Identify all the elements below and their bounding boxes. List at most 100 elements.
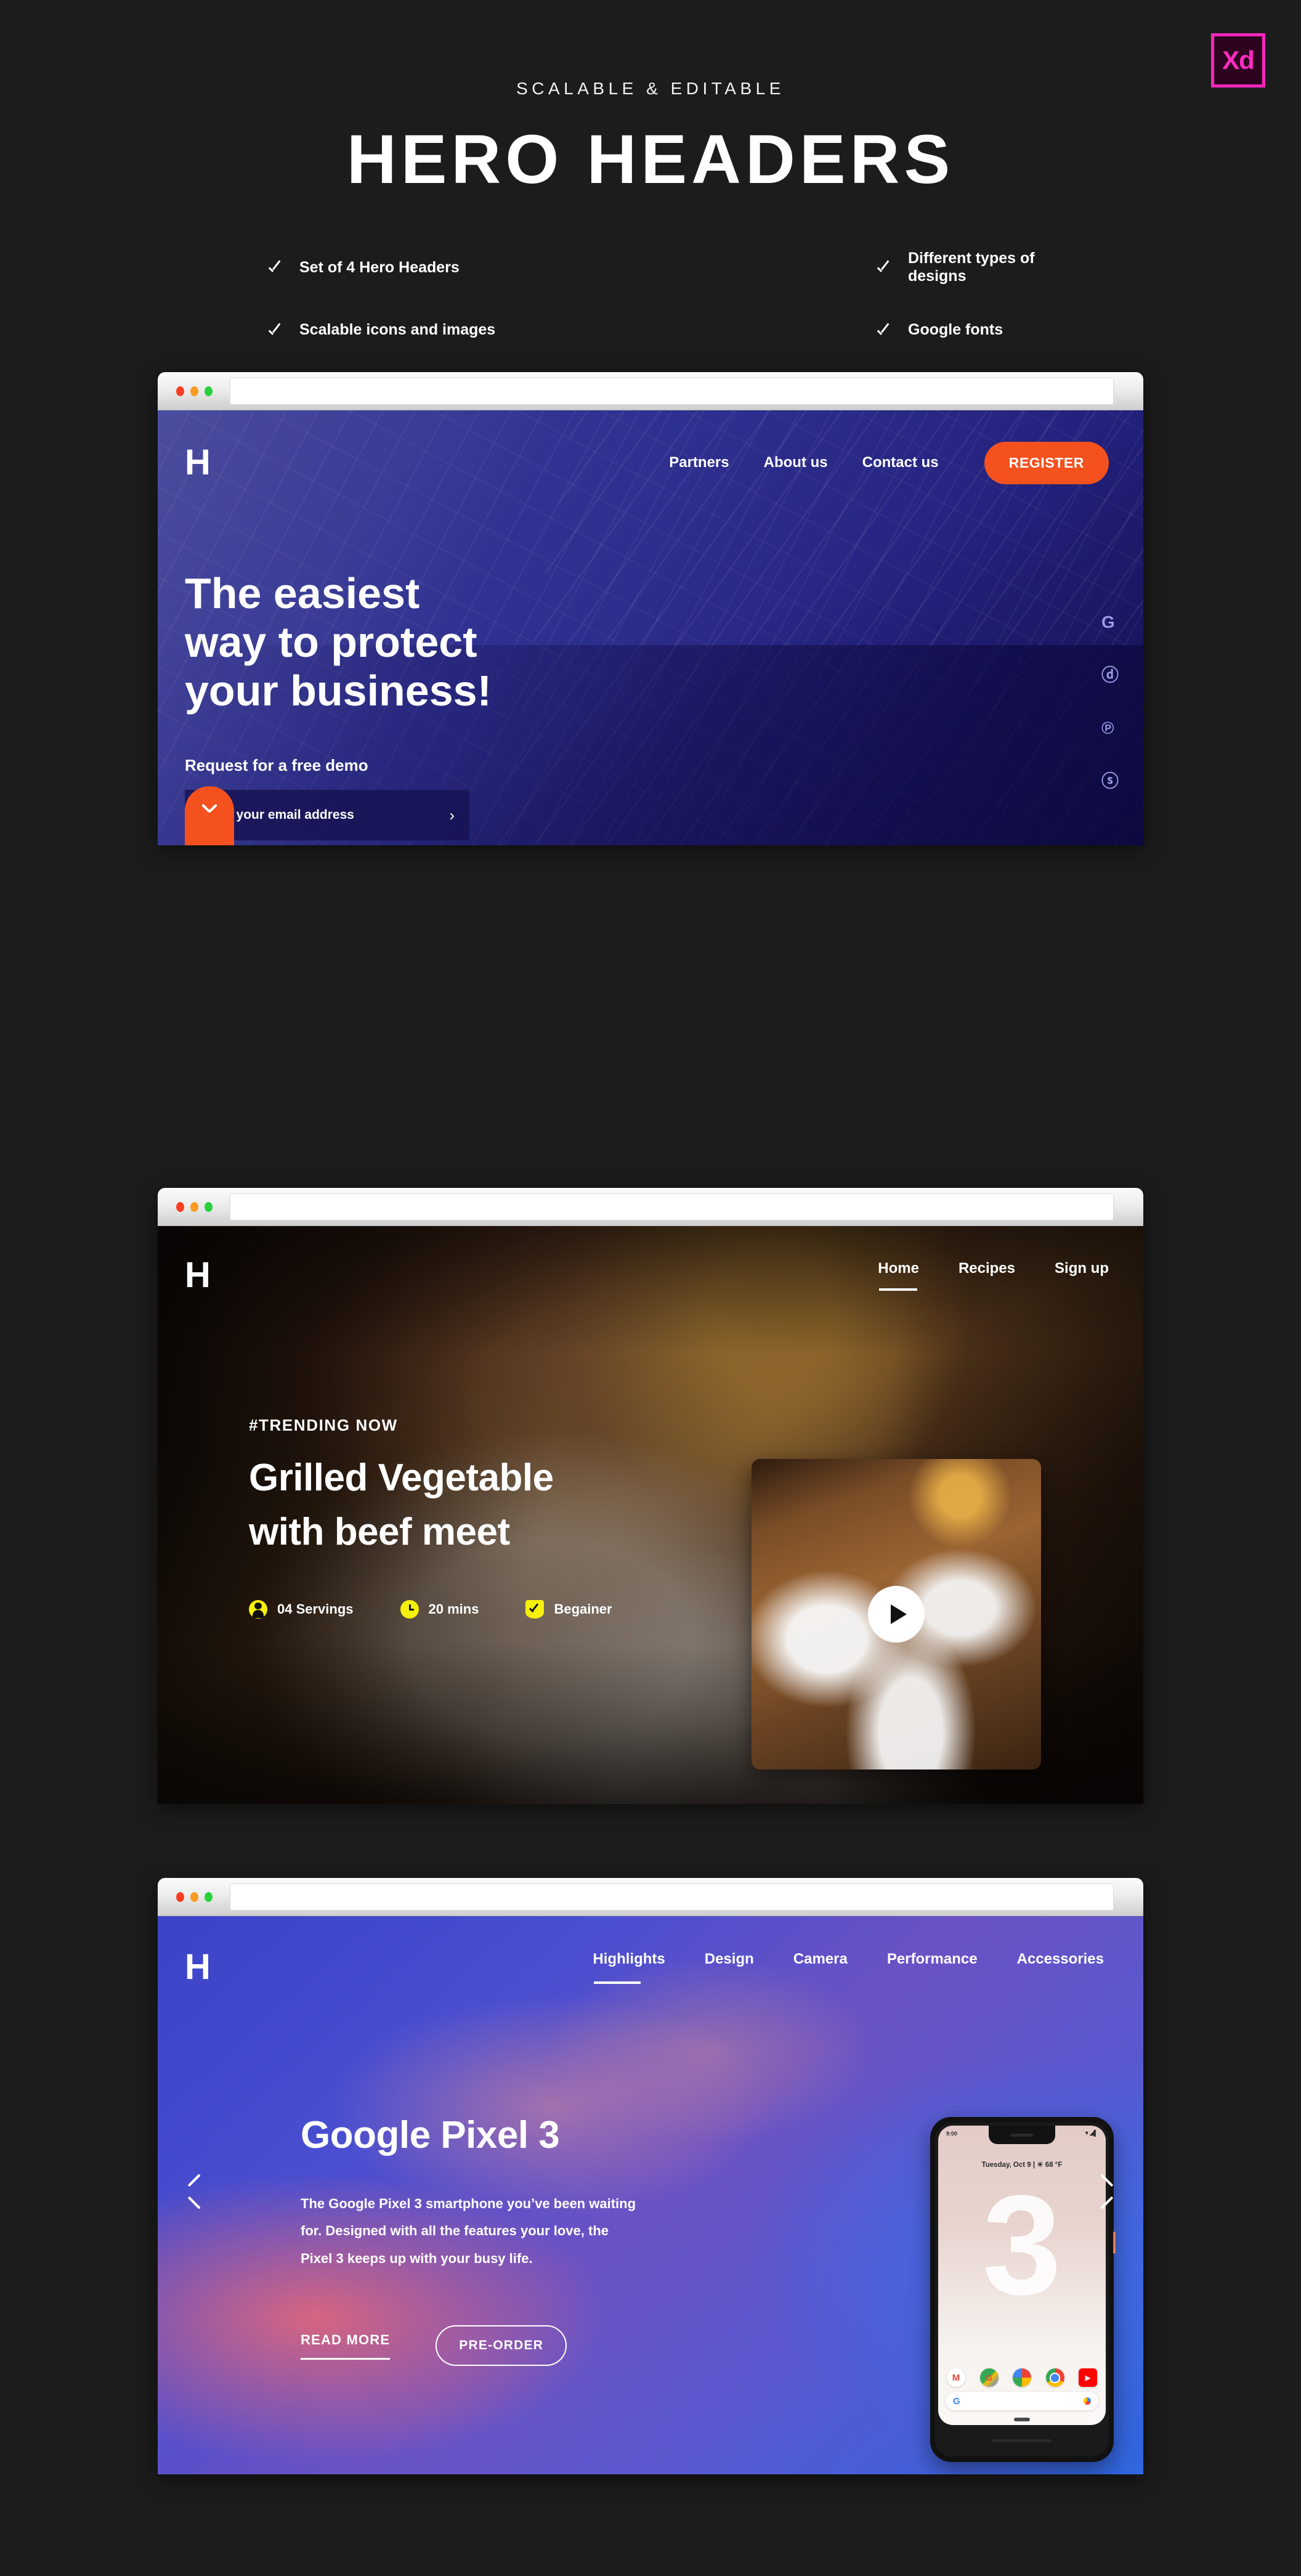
nav-link-home[interactable]: Home [878,1260,919,1291]
chevron-down-icon [201,802,217,818]
clock-icon [400,1600,419,1619]
feature-item: Different types of designs [650,250,1051,285]
maps-icon[interactable]: G [979,2368,999,2387]
hero-paragraph: The Google Pixel 3 smartphone you’ve bee… [301,2190,646,2272]
maximize-window-dot[interactable] [205,1891,213,1902]
browser-chrome [158,372,1143,410]
hero-security: H Partners About us Contact us REGISTER … [158,410,1143,845]
check-icon [267,259,283,275]
window-controls [176,386,213,396]
carousel-prev-button[interactable] [181,2174,214,2212]
check-icon [876,259,892,275]
headline-line-1: The easiest [185,569,420,617]
register-button[interactable]: REGISTER [984,441,1109,484]
nav-link-performance[interactable]: Performance [887,1951,978,1984]
paragraph-line-3: Pixel 3 keeps up with your busy life. [301,2250,533,2266]
youtube-icon[interactable]: ▶ [1079,2368,1097,2387]
navbar: H Partners About us Contact us REGISTER [158,410,1143,515]
hero-recipe: H Home Recipes Sign up #TRENDING NOW Gri… [158,1226,1143,1804]
nav-links: Home Recipes Sign up [878,1260,1109,1291]
demo-request-label: Request for a free demo [185,756,368,775]
submit-arrow-icon[interactable]: › [449,806,455,825]
eyebrow-text: SCALABLE & EDITABLE [516,79,785,98]
google-icon[interactable]: G [1101,614,1119,631]
nav-link-highlights[interactable]: Highlights [593,1951,665,1984]
paragraph-line-1: The Google Pixel 3 smartphone you’ve bee… [301,2196,636,2211]
pinterest-icon[interactable]: ℗ [1101,720,1119,737]
check-icon [267,322,283,338]
feature-label: Google fonts [908,321,1003,338]
nav-link-accessories[interactable]: Accessories [1017,1951,1104,1984]
meta-duration: 20 mins [400,1600,479,1619]
nav-links: Partners About us Contact us REGISTER [669,441,1109,484]
url-bar[interactable] [230,1883,1114,1911]
site-logo[interactable]: H [185,1258,211,1293]
read-more-link[interactable]: READ MORE [301,2332,391,2360]
headline-line-3: your business! [185,667,492,715]
minimize-window-dot[interactable] [190,386,198,396]
feature-label: Scalable icons and images [299,321,496,338]
close-window-dot[interactable] [176,1201,184,1212]
nav-link-about-us[interactable]: About us [764,454,828,471]
window-controls [176,1891,213,1902]
close-window-dot[interactable] [176,386,184,396]
home-indicator [1014,2418,1030,2421]
phone-chin [935,2428,1109,2453]
badge-check-icon [525,1600,545,1619]
maximize-window-dot[interactable] [205,386,213,396]
feature-label: Set of 4 Hero Headers [299,258,460,276]
feature-item: Set of 4 Hero Headers [250,250,650,285]
skype-icon[interactable]: ⓢ [1101,773,1119,790]
nav-link-sign-up[interactable]: Sign up [1055,1260,1109,1291]
navbar: H Home Recipes Sign up [158,1226,1143,1325]
site-logo[interactable]: H [185,1949,211,1985]
nav-link-partners[interactable]: Partners [669,454,729,471]
site-logo[interactable]: H [185,445,211,481]
url-bar[interactable] [230,1193,1114,1221]
carousel-next-button[interactable] [1087,2174,1120,2212]
headline-line-1: Grilled Vegetable [249,1457,554,1499]
nav-link-contact-us[interactable]: Contact us [862,454,939,471]
phone-status-bar: 9:00 ▼◢▌ [938,2130,1106,2137]
phone-body: 9:00 ▼◢▌ Tuesday, Oct 9 | ☀ 68 °F 3 M G … [935,2123,1109,2456]
hero-headline: Grilled Vegetable with beef meet [249,1451,612,1559]
social-links: G ⓓ ℗ ⓢ [1101,614,1119,790]
gmail-icon[interactable]: M [947,2368,965,2387]
paragraph-line-2: for. Designed with all the features your… [301,2223,609,2239]
video-preview-card[interactable] [752,1459,1041,1769]
google-search-bar[interactable]: G [946,2392,1098,2410]
scroll-down-button[interactable] [185,786,234,845]
phone-screen: 9:00 ▼◢▌ Tuesday, Oct 9 | ☀ 68 °F 3 M G … [938,2126,1106,2425]
recipe-meta-row: 04 Servings 20 mins Begainer [249,1600,612,1619]
headline-line-2: way to protect [185,618,477,667]
minimize-window-dot[interactable] [190,1891,198,1902]
chevron-left-icon [187,2174,201,2187]
preorder-button[interactable]: PRE-ORDER [436,2325,567,2367]
maximize-window-dot[interactable] [205,1201,213,1212]
assistant-mic-icon[interactable] [1084,2397,1091,2405]
nav-link-camera[interactable]: Camera [793,1951,848,1984]
browser-mockup-pixel: H Highlights Design Camera Performance A… [158,1878,1143,2474]
nav-link-design[interactable]: Design [705,1951,754,1984]
photos-icon[interactable] [1013,2368,1031,2387]
minimize-window-dot[interactable] [190,1201,198,1212]
date-weather-widget: Tuesday, Oct 9 | ☀ 68 °F [981,2161,1063,2169]
dribbble-icon[interactable]: ⓓ [1101,667,1119,684]
hero-pixel: H Highlights Design Camera Performance A… [158,1916,1143,2474]
status-time: 9:00 [946,2130,958,2137]
browser-chrome [158,1878,1143,1916]
google-g-icon: G [953,2395,960,2407]
chrome-icon[interactable] [1045,2368,1064,2387]
check-icon [876,322,892,338]
nav-link-recipes[interactable]: Recipes [959,1260,1015,1291]
close-window-dot[interactable] [176,1891,184,1902]
page-title: HERO HEADERS [346,121,955,198]
feature-item: Google fonts [650,321,1051,339]
browser-chrome [158,1188,1143,1226]
url-bar[interactable] [230,377,1114,405]
browser-mockup-recipe: H Home Recipes Sign up #TRENDING NOW Gri… [158,1188,1143,1804]
adobe-xd-badge: Xd [1211,33,1265,87]
meta-difficulty: Begainer [525,1600,612,1619]
play-button[interactable] [868,1586,925,1643]
pixel-phone-mockup: 9:00 ▼◢▌ Tuesday, Oct 9 | ☀ 68 °F 3 M G … [930,2117,1116,2462]
